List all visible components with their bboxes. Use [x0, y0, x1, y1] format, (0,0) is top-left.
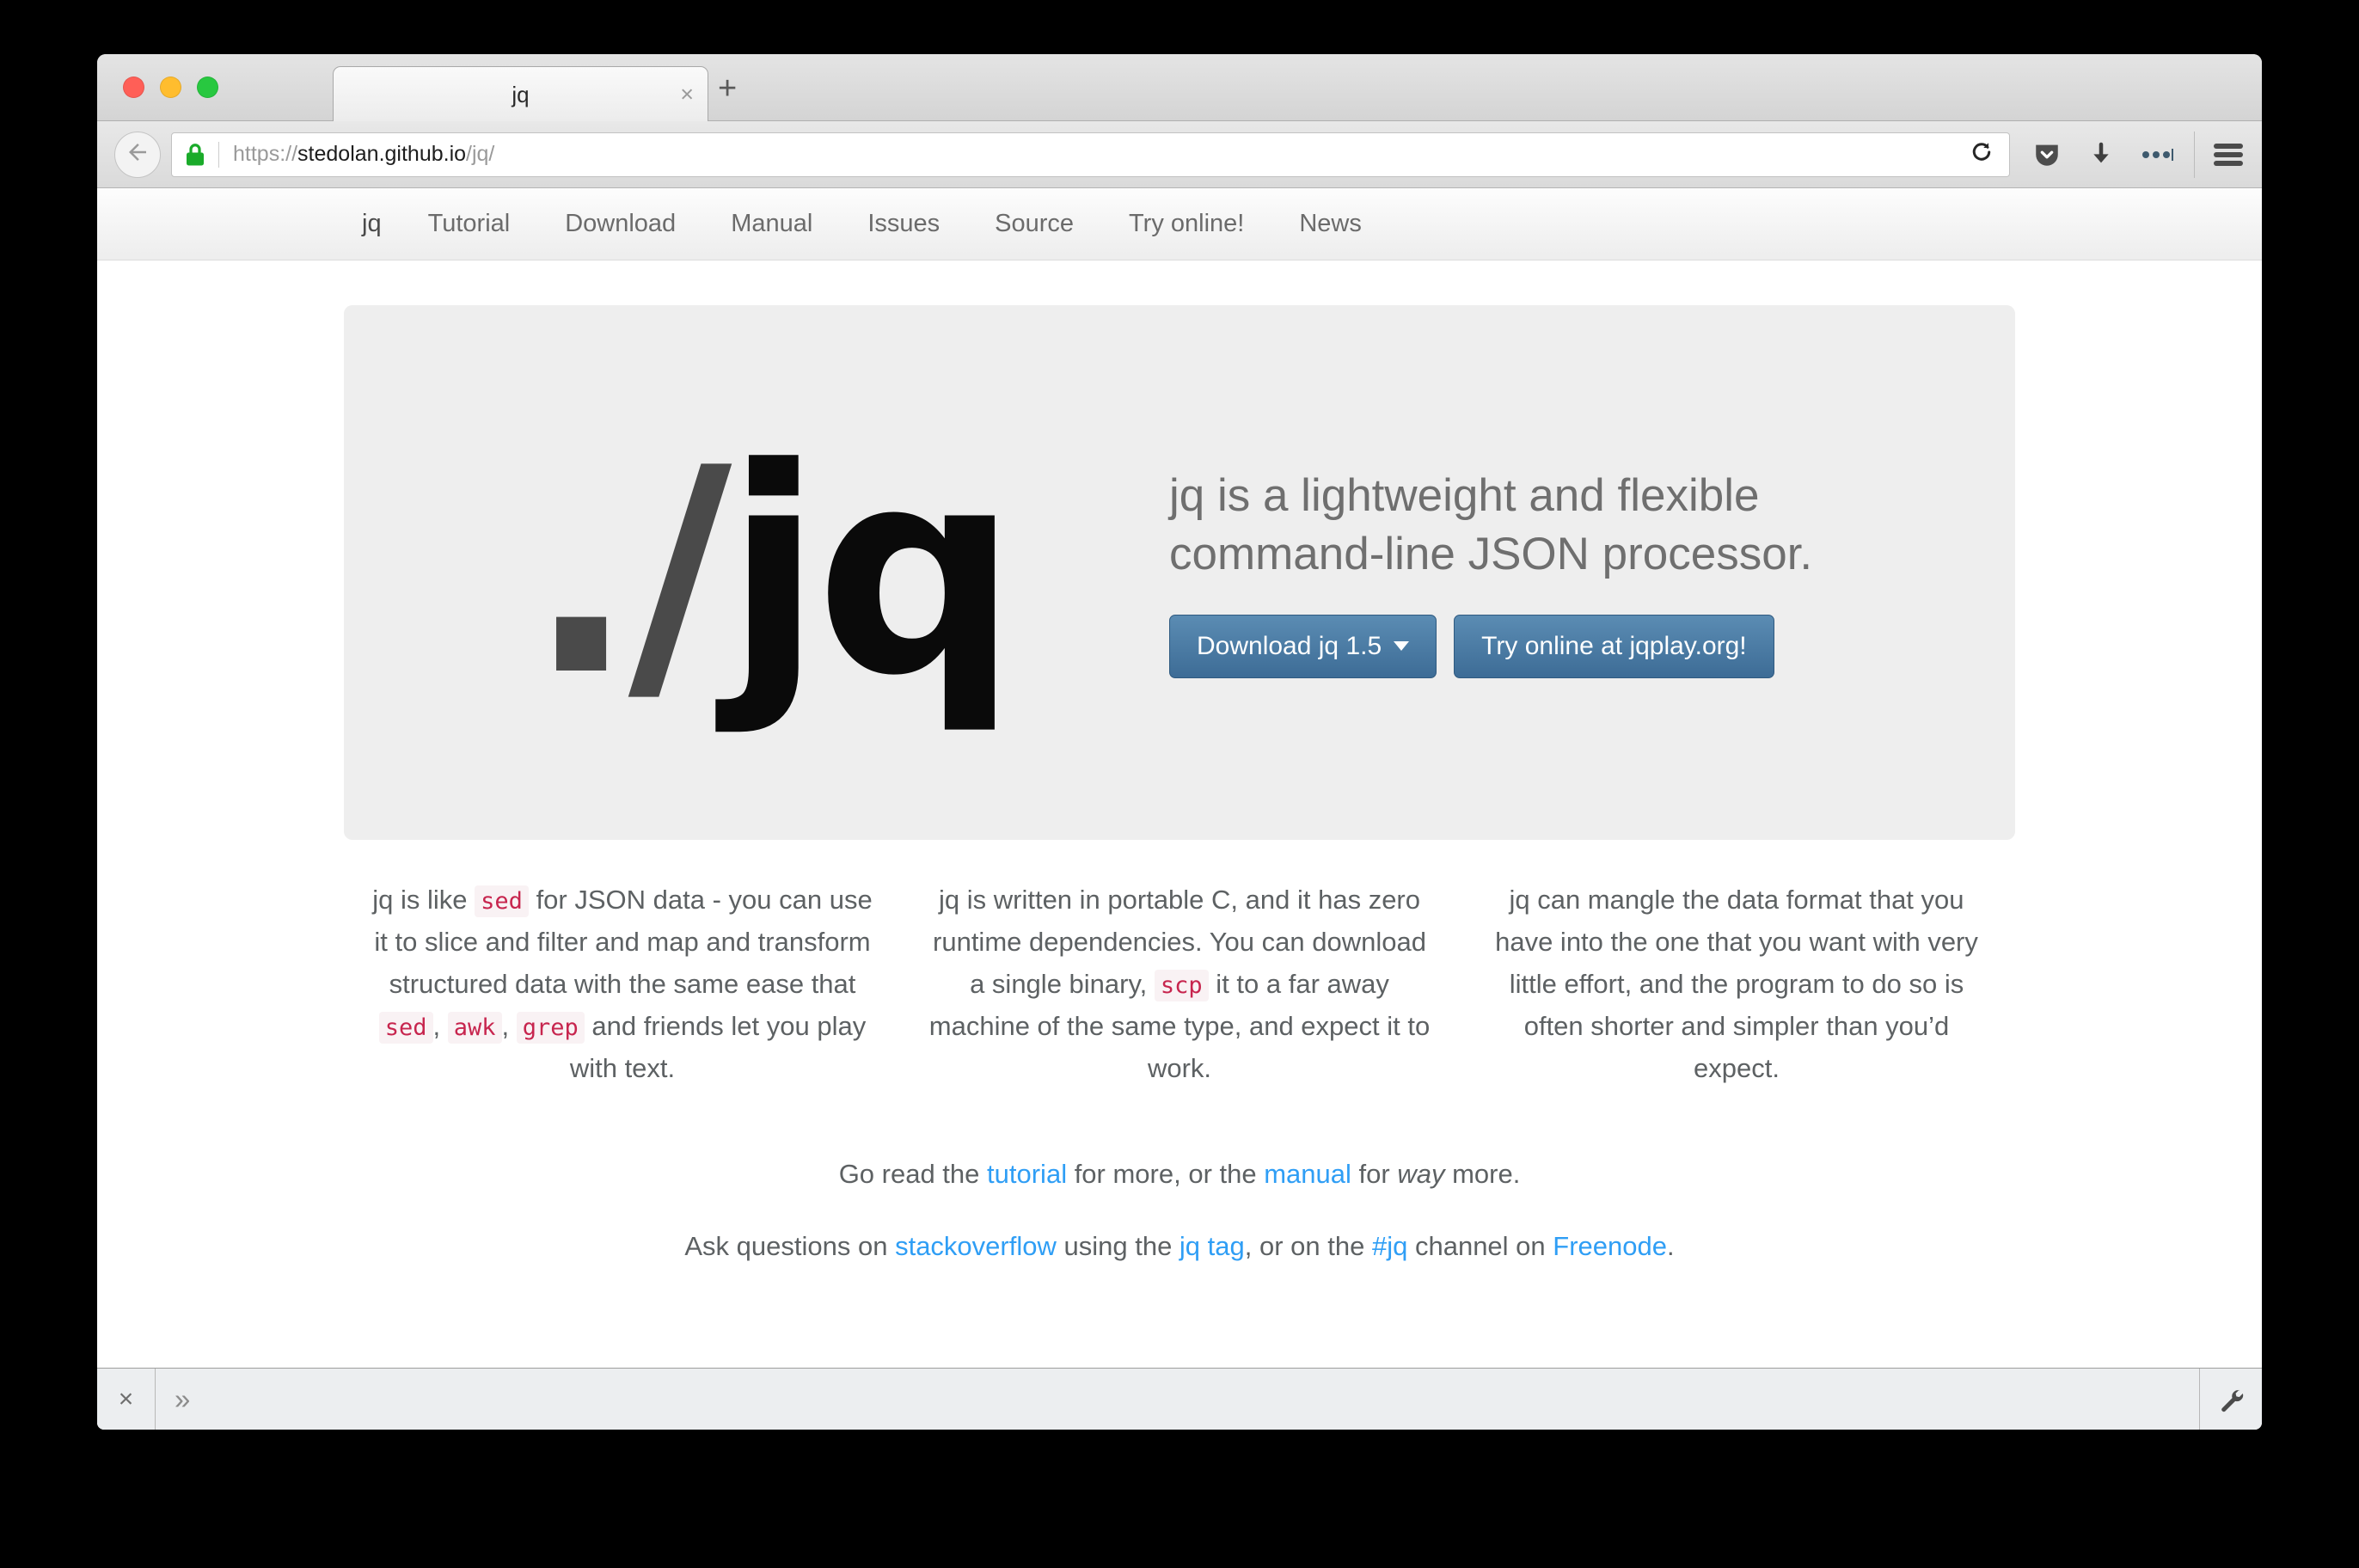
jq-logo-prefix: ./ [527, 407, 725, 738]
back-button[interactable] [114, 132, 161, 178]
site-nav-item-issues[interactable]: Issues [867, 211, 940, 236]
lock-icon [184, 142, 206, 168]
page-content: jq Tutorial Download Manual Issues Sourc… [97, 188, 2262, 1368]
wrench-icon[interactable] [2200, 1369, 2262, 1430]
site-nav-item-source[interactable]: Source [995, 211, 1074, 236]
devtools-close-button[interactable]: × [97, 1369, 156, 1430]
url-path: /jq/ [466, 142, 494, 166]
download-jq-button-label: Download jq 1.5 [1197, 634, 1382, 659]
main-content: ./jq jq is a lightweight and flexible co… [97, 305, 2262, 1267]
footer2-text-a: Ask questions on [684, 1231, 895, 1261]
feature-column-2: jq is written in portable C, and it has … [901, 879, 1458, 1090]
close-window-button[interactable] [123, 77, 144, 98]
site-nav-brand[interactable]: jq [362, 211, 382, 236]
manual-link[interactable]: manual [1264, 1159, 1351, 1189]
address-bar-url: https://stedolan.github.io/jq/ [233, 144, 494, 165]
feature-columns: jq is like sed for JSON data - you can u… [344, 879, 2015, 1090]
site-nav-item-download[interactable]: Download [565, 211, 676, 236]
footer1-emphasis-way: way [1397, 1159, 1444, 1189]
download-jq-button[interactable]: Download jq 1.5 [1169, 615, 1437, 678]
col1-code-sed-2: sed [379, 1012, 433, 1044]
jq-logo-text: ./jq [527, 445, 1011, 701]
downloads-icon[interactable] [2087, 140, 2115, 169]
col1-code-awk: awk [448, 1012, 502, 1044]
address-bar-separator [218, 142, 219, 168]
reload-button[interactable] [1953, 132, 2010, 177]
jq-tag-link[interactable]: jq tag [1180, 1231, 1245, 1261]
footer-line-2: Ask questions on stackoverflow using the… [344, 1226, 2015, 1267]
hamburger-bar [2214, 161, 2243, 166]
hero-tagline: jq is a lightweight and flexible command… [1169, 467, 1964, 584]
tutorial-link[interactable]: tutorial [987, 1159, 1067, 1189]
col1-text-1: jq is like [372, 885, 475, 915]
site-nav-item-try-online[interactable]: Try online! [1129, 211, 1244, 236]
toolbar-icon-group [2010, 140, 2194, 169]
col1-code-sed-1: sed [475, 885, 529, 917]
devtools-spacer [190, 1369, 2200, 1430]
chevron-down-icon [1394, 641, 1409, 651]
col1-text-3: , [433, 1011, 448, 1041]
freenode-link[interactable]: Freenode [1553, 1231, 1667, 1261]
footer-links-section: Go read the tutorial for more, or the ma… [344, 1154, 2015, 1267]
col3-text-1: jq can mangle the data format that you h… [1495, 885, 1978, 1083]
col1-code-grep: grep [517, 1012, 585, 1044]
col1-text-4: , [502, 1011, 517, 1041]
site-navigation: jq Tutorial Download Manual Issues Sourc… [97, 188, 2262, 260]
col1-text-5: and friends let you play with text. [570, 1011, 866, 1083]
minimize-window-button[interactable] [160, 77, 181, 98]
footer2-text-b: using the [1057, 1231, 1180, 1261]
browser-tab-jq[interactable]: jq × [333, 66, 708, 122]
jq-logo: ./jq [344, 445, 1169, 701]
devtools-expand-icon[interactable]: » [156, 1369, 190, 1430]
new-tab-button[interactable]: + [718, 77, 737, 101]
url-scheme: https:// [233, 142, 297, 166]
reload-icon [1969, 139, 1994, 169]
jq-channel-link[interactable]: #jq [1372, 1231, 1407, 1261]
hero-tagline-line2: command-line JSON processor. [1169, 525, 1964, 584]
close-tab-icon[interactable]: × [680, 83, 694, 107]
hero-copy: jq is a lightweight and flexible command… [1169, 467, 2015, 678]
footer2-text-e: . [1667, 1231, 1675, 1261]
feature-column-3: jq can mangle the data format that you h… [1458, 879, 2015, 1090]
site-nav-item-manual[interactable]: Manual [731, 211, 812, 236]
hero-tagline-line1: jq is a lightweight and flexible [1169, 467, 1964, 525]
url-host: stedolan.github.io [297, 142, 466, 166]
site-nav-item-tutorial[interactable]: Tutorial [428, 211, 511, 236]
hamburger-bar [2214, 152, 2243, 157]
footer2-text-d: channel on [1407, 1231, 1553, 1261]
hero-panel: ./jq jq is a lightweight and flexible co… [344, 305, 2015, 840]
page-actions-icon[interactable] [2141, 149, 2175, 161]
devtools-bar: × » [97, 1368, 2262, 1430]
footer1-text-b: for more, or the [1067, 1159, 1264, 1189]
hamburger-menu-icon[interactable] [2195, 121, 2262, 188]
col2-code-scp: scp [1155, 970, 1209, 1001]
footer1-text-a: Go read the [839, 1159, 987, 1189]
try-online-button[interactable]: Try online at jqplay.org! [1454, 615, 1774, 678]
footer-line-1: Go read the tutorial for more, or the ma… [344, 1154, 2015, 1195]
footer2-text-c: , or on the [1245, 1231, 1372, 1261]
pocket-icon[interactable] [2032, 140, 2062, 169]
footer1-text-c: for [1351, 1159, 1397, 1189]
hamburger-bar [2214, 144, 2243, 149]
tab-title: jq [512, 83, 529, 106]
zoom-window-button[interactable] [197, 77, 218, 98]
stackoverflow-link[interactable]: stackoverflow [895, 1231, 1057, 1261]
address-bar[interactable]: https://stedolan.github.io/jq/ [171, 132, 1957, 177]
hero-button-group: Download jq 1.5 Try online at jqplay.org… [1169, 615, 1964, 678]
feature-column-1: jq is like sed for JSON data - you can u… [344, 879, 901, 1090]
site-nav-item-news[interactable]: News [1299, 211, 1362, 236]
footer1-text-d: more. [1444, 1159, 1520, 1189]
jq-logo-name: jq [725, 407, 1011, 738]
browser-window: jq × + https://stedolan.github.io/jq/ [97, 54, 2262, 1430]
browser-toolbar: https://stedolan.github.io/jq/ [97, 121, 2262, 188]
window-controls [123, 77, 218, 98]
back-arrow-icon [125, 139, 150, 169]
tab-strip: jq × + [97, 54, 2262, 121]
